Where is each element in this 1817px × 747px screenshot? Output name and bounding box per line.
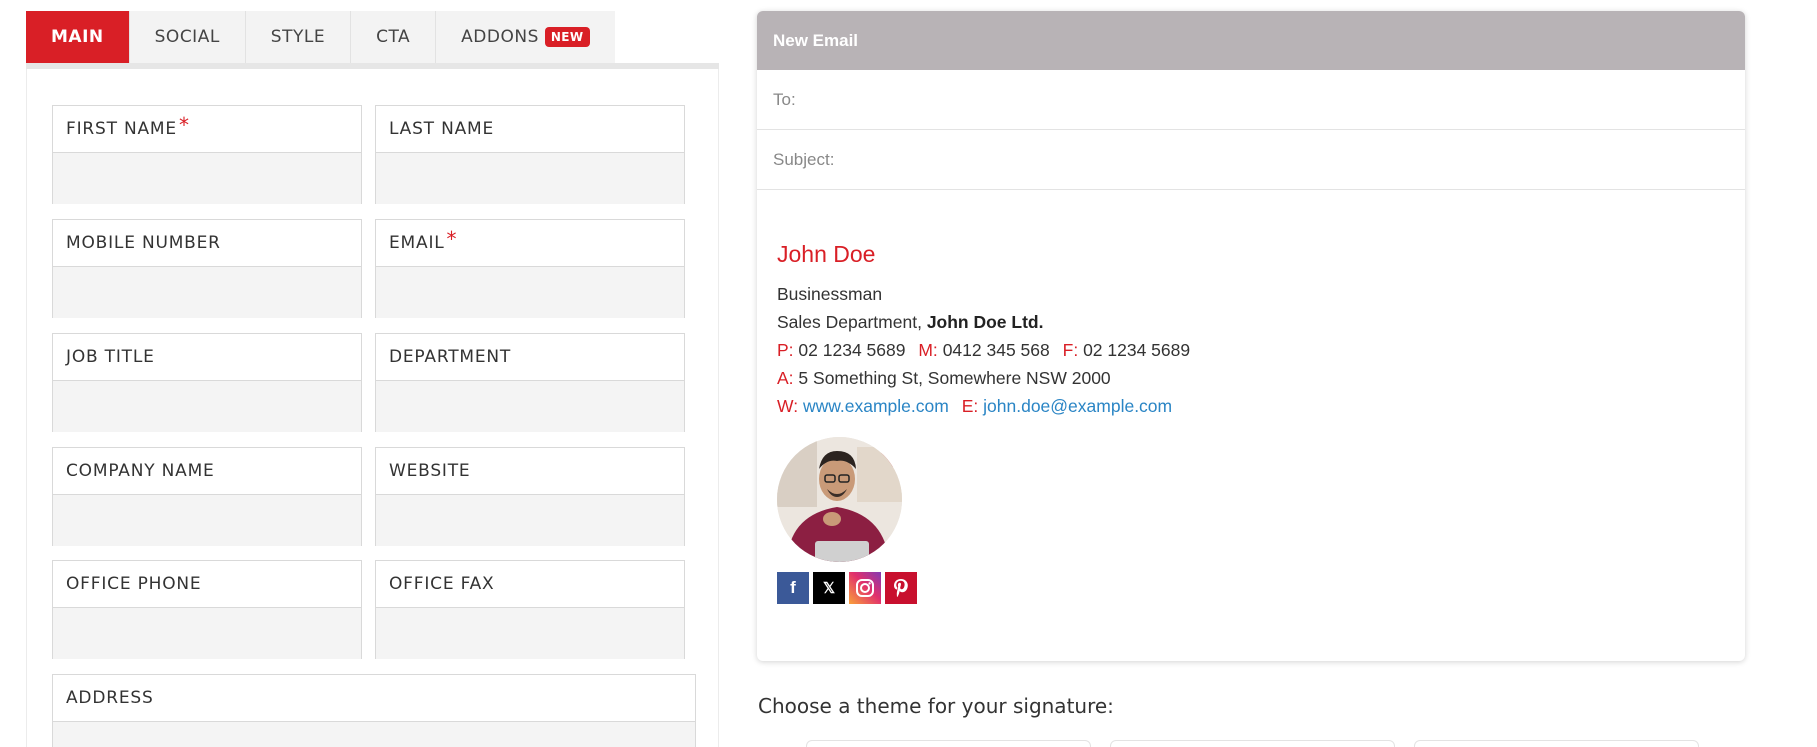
tab-main[interactable]: MAIN — [26, 11, 130, 63]
mobile-value: 0412 345 568 — [942, 340, 1050, 360]
subject-row: Subject: — [757, 130, 1745, 190]
social-icons: f 𝕏 — [777, 572, 917, 604]
tab-addons-label: ADDONS — [461, 27, 539, 47]
office-phone-field-group: OFFICE PHONE — [52, 560, 362, 659]
signature-address: A: 5 Something St, Somewhere NSW 2000 — [777, 364, 1190, 392]
phone-label: P: — [777, 340, 794, 360]
subject-input[interactable] — [834, 130, 1745, 189]
main-form: FIRST NAME * LAST NAME MOBILE NUMBER EMAI… — [26, 69, 719, 747]
tab-cta-label: CTA — [376, 27, 411, 47]
job-title-label: JOB TITLE — [53, 334, 361, 381]
email-header: New Email — [757, 11, 1745, 70]
first-name-input[interactable] — [53, 153, 361, 204]
email-link[interactable]: john.doe@example.com — [983, 396, 1172, 416]
signature-editor-panel: MAIN SOCIAL STYLE CTA ADDONS NEW FIRST N… — [26, 11, 719, 747]
mobile-label: MOBILE NUMBER — [53, 220, 361, 267]
mobile-input[interactable] — [53, 267, 361, 318]
last-name-input[interactable] — [376, 153, 684, 204]
last-name-label: LAST NAME — [376, 106, 684, 153]
fax-value: 02 1234 5689 — [1083, 340, 1191, 360]
signature-web-email: W: www.example.com E: john.doe@example.c… — [777, 392, 1190, 420]
phone-value: 02 1234 5689 — [798, 340, 906, 360]
tab-cta[interactable]: CTA — [351, 11, 437, 63]
office-fax-field-group: OFFICE FAX — [375, 560, 685, 659]
website-link[interactable]: www.example.com — [803, 396, 949, 416]
tab-style[interactable]: STYLE — [246, 11, 352, 63]
email-input[interactable] — [376, 267, 684, 318]
signature-title: Businessman — [777, 284, 883, 304]
website-label: WEBSITE — [376, 448, 684, 495]
signature-company-line: Sales Department, John Doe Ltd. — [777, 308, 1190, 336]
job-title-field-group: JOB TITLE — [52, 333, 362, 432]
required-marker: * — [446, 227, 458, 251]
tab-social-label: SOCIAL — [154, 27, 220, 47]
to-label: To: — [773, 89, 796, 109]
job-title-input[interactable] — [53, 381, 361, 432]
company-input[interactable] — [53, 495, 361, 546]
address-label-sig: A: — [777, 368, 794, 388]
email-label-text: EMAIL — [389, 233, 445, 253]
mobile-field-group: MOBILE NUMBER — [52, 219, 362, 318]
mobile-label-sig: M: — [918, 340, 938, 360]
x-icon[interactable]: 𝕏 — [813, 572, 845, 604]
tab-social[interactable]: SOCIAL — [130, 11, 246, 63]
website-field-group: WEBSITE — [375, 447, 685, 546]
address-input[interactable] — [53, 722, 695, 747]
address-field-group: ADDRESS — [52, 674, 696, 747]
signature-preview: John Doe Businessman Sales Department, J… — [777, 241, 1190, 420]
address-value: 5 Something St, Somewhere NSW 2000 — [798, 368, 1111, 388]
first-name-label: FIRST NAME * — [53, 106, 361, 153]
signature-company: John Doe Ltd. — [926, 312, 1044, 332]
facebook-icon[interactable]: f — [777, 572, 809, 604]
company-field-group: COMPANY NAME — [52, 447, 362, 546]
tab-main-label: MAIN — [51, 27, 104, 47]
department-field-group: DEPARTMENT — [375, 333, 685, 432]
theme-card[interactable] — [1414, 740, 1699, 747]
profile-photo — [777, 437, 902, 562]
email-preview-window: New Email To: Subject: John Doe Business… — [757, 11, 1745, 661]
signature-phones: P: 02 1234 5689 M: 0412 345 568 F: 02 12… — [777, 336, 1190, 364]
instagram-icon[interactable] — [849, 572, 881, 604]
choose-theme-heading: Choose a theme for your signature: — [758, 694, 1114, 718]
first-name-field-group: FIRST NAME * — [52, 105, 362, 204]
required-marker: * — [178, 113, 190, 137]
fax-label: F: — [1062, 340, 1079, 360]
office-phone-input[interactable] — [53, 608, 361, 659]
to-row: To: — [757, 70, 1745, 130]
office-fax-input[interactable] — [376, 608, 684, 659]
department-label: DEPARTMENT — [376, 334, 684, 381]
web-label: W: — [777, 396, 799, 416]
department-input[interactable] — [376, 381, 684, 432]
theme-card[interactable] — [806, 740, 1091, 747]
subject-label: Subject: — [773, 149, 835, 169]
address-label: ADDRESS — [53, 675, 695, 722]
last-name-field-group: LAST NAME — [375, 105, 685, 204]
tab-style-label: STYLE — [270, 27, 326, 47]
office-fax-label: OFFICE FAX — [376, 561, 684, 608]
website-input[interactable] — [376, 495, 684, 546]
email-label-sig: E: — [961, 396, 979, 416]
company-label: COMPANY NAME — [53, 448, 361, 495]
office-phone-label: OFFICE PHONE — [53, 561, 361, 608]
first-name-label-text: FIRST NAME — [66, 119, 177, 139]
to-input[interactable] — [795, 70, 1745, 129]
theme-card[interactable] — [1110, 740, 1395, 747]
email-field-group: EMAIL * — [375, 219, 685, 318]
tab-addons[interactable]: ADDONS NEW — [436, 11, 614, 63]
editor-tabs: MAIN SOCIAL STYLE CTA ADDONS NEW — [26, 11, 615, 63]
pinterest-icon[interactable] — [885, 572, 917, 604]
signature-department: Sales Department, — [777, 312, 922, 332]
email-label: EMAIL * — [376, 220, 684, 267]
signature-name: John Doe — [777, 241, 876, 267]
new-badge: NEW — [544, 27, 590, 47]
